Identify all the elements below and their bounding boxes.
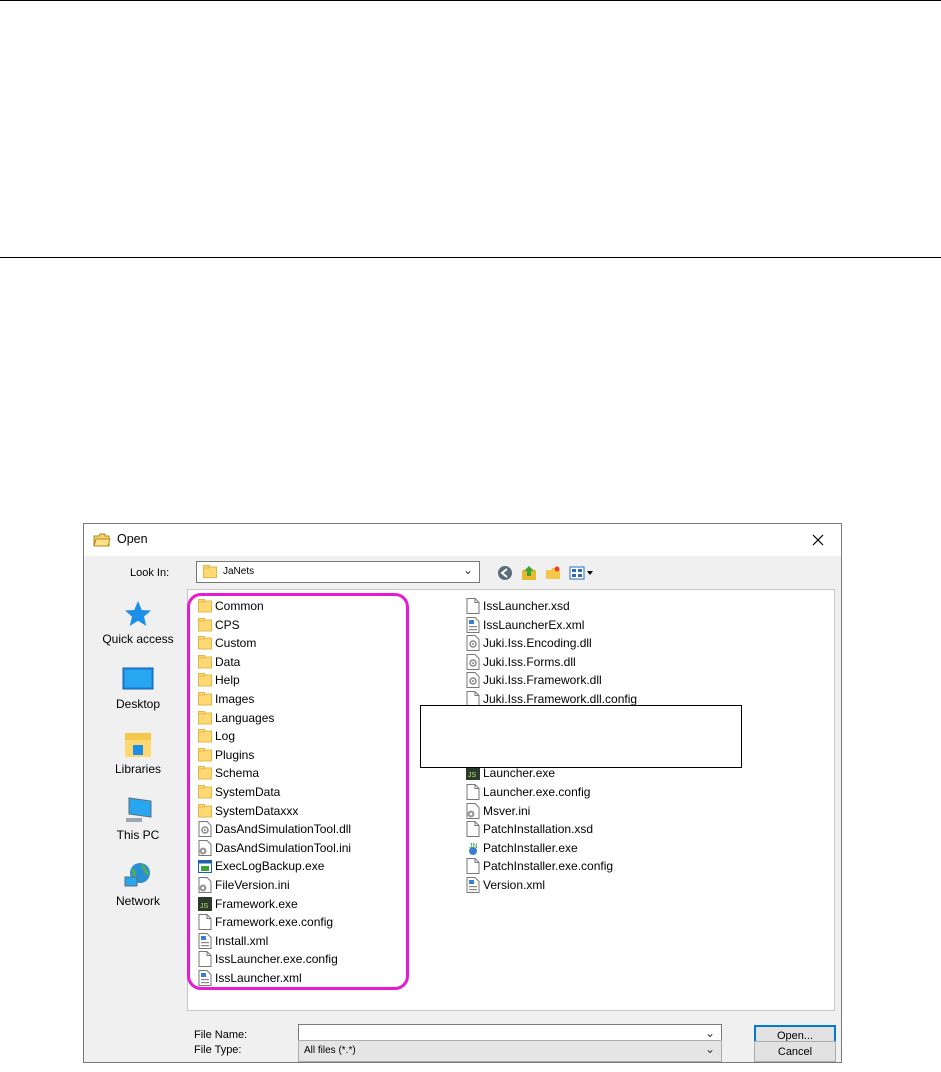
file-item[interactable]: Juki.Iss.Framework.dll xyxy=(466,671,602,689)
file-name-label: File Name: xyxy=(194,1029,248,1041)
file-name: Juki.Iss.Forms.dll xyxy=(483,654,576,669)
place-quick-access[interactable]: Quick access xyxy=(93,599,183,646)
xml-file-icon xyxy=(466,616,480,633)
file-type-label: File Type: xyxy=(194,1044,242,1056)
desktop-icon xyxy=(122,667,154,690)
file-name: Version.xml xyxy=(483,878,546,892)
view-menu-button[interactable] xyxy=(568,564,596,582)
network-icon xyxy=(124,863,150,887)
dll-file-icon xyxy=(466,635,480,652)
file-item[interactable]: Juki.Iss.Encoding.dll xyxy=(466,634,592,652)
svg-text:JN: JN xyxy=(469,843,478,850)
svg-text:JS: JS xyxy=(468,772,477,779)
dll-file-icon xyxy=(466,653,480,670)
file-name: Msver.ini xyxy=(483,803,531,818)
top-rule xyxy=(0,0,941,1)
cancel-button-label: Cancel xyxy=(777,1045,813,1058)
dll-file-icon xyxy=(466,672,480,689)
dialog-title: Open xyxy=(117,532,148,546)
chevron-down-icon[interactable]: ⌄ xyxy=(705,1026,715,1040)
file-name: Launcher.exe xyxy=(483,766,556,781)
place-network[interactable]: Network xyxy=(93,861,183,908)
back-button[interactable] xyxy=(496,564,514,582)
places-bar: Quick access Desktop Libraries This PC N… xyxy=(93,589,183,1009)
file-item[interactable]: JN PatchInstaller.exe xyxy=(466,839,578,857)
place-label: Desktop xyxy=(115,697,161,711)
look-in-value: JaNets xyxy=(223,566,255,577)
open-folder-icon xyxy=(93,533,111,547)
file-name: PatchInstaller.exe.config xyxy=(483,859,614,874)
open-button-label: Open... xyxy=(776,1029,814,1042)
computer-icon xyxy=(126,797,152,822)
new-folder-button[interactable] xyxy=(544,564,562,582)
cancel-button[interactable]: Cancel xyxy=(754,1041,836,1062)
file-item[interactable]: Launcher.exe.config xyxy=(466,783,590,801)
file-name: Launcher.exe.config xyxy=(483,785,591,799)
file-item[interactable]: Msver.ini xyxy=(466,802,530,820)
file-name: Juki.Iss.Framework.dll xyxy=(483,673,602,688)
file-name: Juki.Iss.Encoding.dll xyxy=(483,636,592,651)
file-name: Juki.Iss.Framework.dll.config xyxy=(483,692,638,706)
file-name: PatchInstaller.exe xyxy=(483,840,578,855)
close-button[interactable] xyxy=(795,524,841,556)
file-icon xyxy=(466,784,480,800)
file-icon xyxy=(466,598,480,614)
look-in-dropdown[interactable]: JaNets ⌄ xyxy=(196,561,480,583)
place-label: Network xyxy=(115,894,160,908)
file-icon xyxy=(466,821,480,838)
star-icon xyxy=(125,601,151,626)
file-type-dropdown[interactable]: All files (*.*) ⌄ xyxy=(298,1040,722,1062)
file-item[interactable]: IssLauncher.xsd xyxy=(466,597,570,615)
installer-icon: JN xyxy=(469,843,478,855)
middle-rule xyxy=(0,257,941,258)
libraries-icon xyxy=(125,733,151,757)
place-libraries[interactable]: Libraries xyxy=(93,729,183,776)
place-label: Quick access xyxy=(102,632,174,646)
settings-file-icon xyxy=(466,802,480,819)
place-desktop[interactable]: Desktop xyxy=(93,664,183,711)
file-item[interactable]: Version.xml xyxy=(466,876,545,894)
place-label: This PC xyxy=(116,828,160,842)
look-in-label: Look In: xyxy=(130,567,170,579)
file-icon xyxy=(466,858,480,875)
up-folder-button[interactable] xyxy=(520,564,538,582)
open-dialog: Open Look In: JaNets ⌄ Quick access Desk… xyxy=(83,523,842,1063)
redaction-box xyxy=(420,705,742,768)
up-folder-icon xyxy=(522,566,536,580)
back-arrow-icon xyxy=(498,566,512,580)
file-item[interactable]: IssLauncherEx.xml xyxy=(466,616,584,634)
xml-file-icon xyxy=(466,877,480,893)
folder-icon xyxy=(203,565,217,578)
title-bar: Open xyxy=(84,524,841,556)
chevron-down-icon: ⌄ xyxy=(704,1042,715,1056)
file-type-value: All files (*.*) xyxy=(304,1045,356,1056)
file-item[interactable]: PatchInstallation.xsd xyxy=(466,820,593,838)
highlight-annotation xyxy=(187,593,409,990)
file-name: PatchInstallation.xsd xyxy=(483,822,594,837)
view-list-icon xyxy=(569,566,593,580)
place-label: Libraries xyxy=(114,762,162,776)
file-name: IssLauncherEx.xml xyxy=(483,617,585,632)
file-item[interactable]: PatchInstaller.exe.config xyxy=(466,857,613,875)
chevron-down-icon: ⌄ xyxy=(462,563,473,577)
new-folder-icon xyxy=(546,566,560,579)
file-item[interactable]: Juki.Iss.Forms.dll xyxy=(466,653,576,671)
close-icon xyxy=(812,534,824,546)
file-name: IssLauncher.xsd xyxy=(483,599,570,613)
place-this-pc[interactable]: This PC xyxy=(93,795,183,842)
